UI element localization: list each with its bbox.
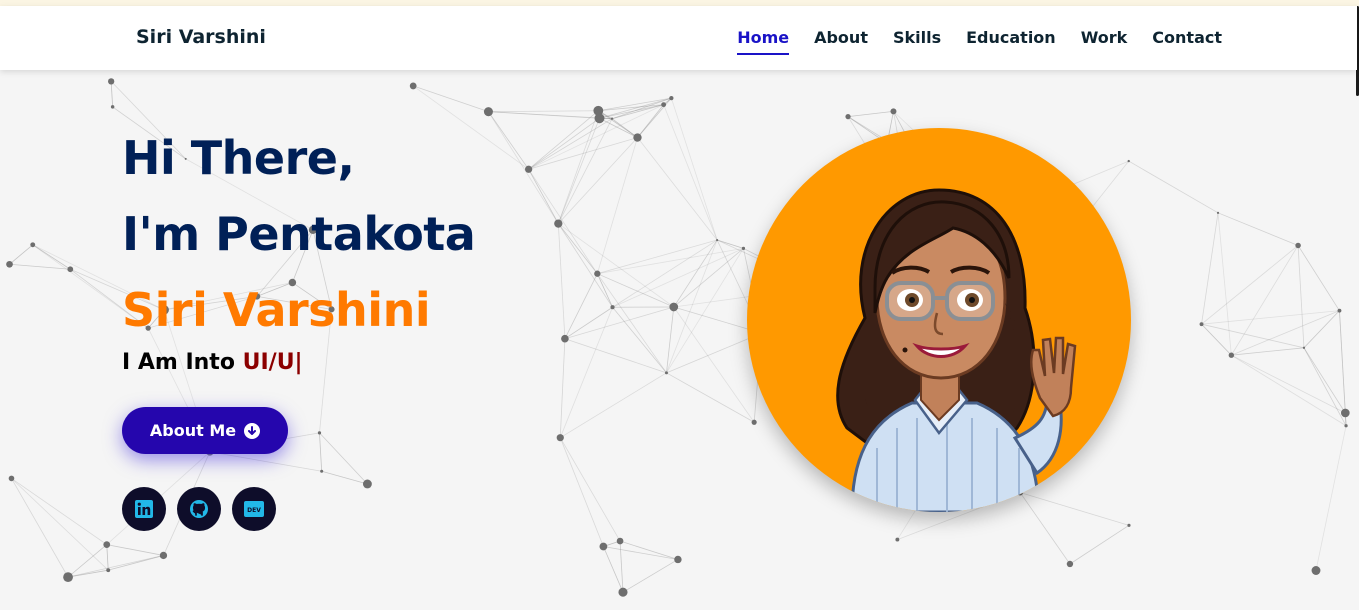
nav-work[interactable]: Work — [1081, 28, 1128, 55]
role-typing-line: I Am Into UI/U| — [122, 350, 303, 375]
nav-about[interactable]: About — [814, 28, 868, 55]
nav-contact[interactable]: Contact — [1152, 28, 1222, 55]
hero-heading: Hi There, I'm Pentakota Siri Varshini — [122, 120, 476, 348]
social-links: DEV — [122, 487, 276, 531]
arrow-down-circle-icon — [244, 422, 261, 439]
dev-icon: DEV — [244, 501, 264, 517]
nav-skills[interactable]: Skills — [893, 28, 941, 55]
navbar: Siri Varshini Home About Skills Educatio… — [0, 6, 1357, 70]
role-prefix: I Am Into — [122, 350, 235, 375]
profile-avatar — [747, 128, 1131, 512]
hero-greeting: Hi There, — [122, 131, 355, 185]
bitmoji-avatar-image — [836, 188, 1077, 512]
svg-text:DEV: DEV — [247, 507, 261, 514]
about-me-label: About Me — [149, 421, 237, 440]
hero-intro: I'm Pentakota — [122, 207, 476, 261]
hero-name: Siri Varshini — [122, 283, 431, 337]
nav-menu: Home About Skills Education Work Contact — [737, 28, 1222, 55]
github-link[interactable] — [177, 487, 221, 531]
linkedin-link[interactable] — [122, 487, 166, 531]
role-typed-text: UI/U| — [242, 350, 303, 375]
nav-education[interactable]: Education — [966, 28, 1056, 55]
brand-logo[interactable]: Siri Varshini — [136, 26, 266, 48]
linkedin-icon — [135, 500, 153, 518]
about-me-button[interactable]: About Me — [122, 407, 288, 454]
github-icon — [190, 500, 208, 518]
nav-home[interactable]: Home — [737, 28, 790, 55]
dev-link[interactable]: DEV — [232, 487, 276, 531]
